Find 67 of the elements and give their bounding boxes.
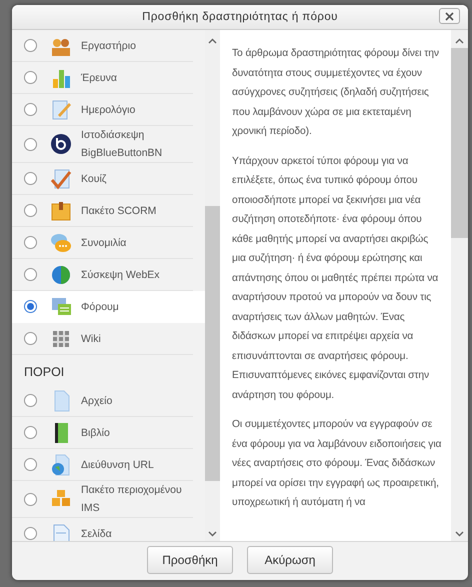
option-label: Πακέτο SCORM xyxy=(81,204,158,218)
module-option[interactable]: Εργαστήριο xyxy=(12,30,193,62)
module-option[interactable]: Κουίζ xyxy=(12,163,193,195)
section-heading: ΠΟΡΟΙ xyxy=(23,364,66,381)
module-option[interactable]: Πακέτο SCORM xyxy=(12,195,193,227)
scroll-up-icon[interactable] xyxy=(208,38,217,44)
radio-button[interactable] xyxy=(24,394,37,407)
module-option[interactable]: Έρευνα xyxy=(12,62,193,94)
option-label: Συνομιλία xyxy=(81,236,128,250)
description-paragraph: Το άρθρωμα δραστηριότητας φόρουμ δίνει την δυνατότητα στους συμμετέχοντες να έχουν ασύγχρονες συζητήσεις (δηλαδή συζητήσεις που λαμβάνουν χώρα σε μια εκτεταμένη χρονική περίοδο). xyxy=(232,47,440,139)
close-icon xyxy=(445,12,454,20)
radio-button[interactable] xyxy=(24,527,37,540)
radio-button[interactable] xyxy=(24,103,37,116)
scrollbar[interactable] xyxy=(451,30,468,541)
option-label: Πακέτο περιοχομένου IMS xyxy=(81,483,183,516)
globe-icon xyxy=(50,264,72,286)
cancel-button[interactable]: Ακύρωση xyxy=(247,546,333,574)
radio-button[interactable] xyxy=(24,268,37,281)
radio-button[interactable] xyxy=(24,426,37,439)
document-pencil-icon xyxy=(50,98,72,120)
close-button[interactable] xyxy=(439,8,460,24)
dialog-title: Προσθήκη δραστηριότητας ή πόρου xyxy=(142,11,338,23)
document-globe-icon xyxy=(50,454,72,476)
option-label: Σελίδα xyxy=(81,526,113,541)
option-label: Αρχείο xyxy=(81,394,114,408)
chat-window-icon xyxy=(50,296,72,318)
module-option[interactable]: Ιστοδιάσκεψη BigBlueButtonBN xyxy=(12,126,193,163)
module-option[interactable]: Αρχείο xyxy=(12,385,193,417)
description-paragraph: Υπάρχουν αρκετοί τύποι φόρουμ για να επιλέξετε, όπως ένα τυπικό φόρουμ όπου οποιοσδήποτε μπορεί να ξεκινήσει μια νέα συζήτηση οποτεδήποτε· ένα φόρουμ όπου κάθε μαθητής μπορεί να αναρτήσει ακριβώς μια συζήτηση· ή ένα φόρουμ ερώτησης και απάντησης όπου οι μαθητές πρέπει πρώτα να αναρτήσουν προτού να μπορούν να δουν τις αναρτήσεις των άλλων μαθητών. Ένας διδάσκων μπορεί να επιτρέψει αρχεία να επισυνάπτονται σε αναρτήσεις φόρουμ. Επισυναπτόμενες εικόνες εμφανίζονται στην ανάρτηση του φόρουμ. xyxy=(232,154,440,402)
radio-button[interactable] xyxy=(24,458,37,471)
radio-button[interactable] xyxy=(24,300,37,313)
scroll-down-icon[interactable] xyxy=(455,531,464,537)
module-option[interactable]: Ημερολόγιο xyxy=(12,94,193,126)
letter-b-icon xyxy=(50,133,72,155)
scroll-up-icon[interactable] xyxy=(455,38,464,44)
option-label: Βιβλίο xyxy=(81,426,111,440)
option-label: Ημερολόγιο xyxy=(81,102,136,118)
radio-button[interactable] xyxy=(24,71,37,84)
module-option[interactable]: Wiki xyxy=(12,323,193,355)
option-label: Εργαστήριο xyxy=(81,38,137,54)
speech-bubbles-icon xyxy=(50,232,72,254)
radio-button[interactable] xyxy=(24,39,37,52)
radio-button[interactable] xyxy=(24,492,37,506)
option-label: Διεύθυνση URL xyxy=(81,458,155,472)
description-paragraph: Οι συμμετέχοντες μπορούν να εγγραφούν σε ένα φόρουμ για να λαμβάνουν ειδοποιήσεις για νέες αναρτήσεις στο φόρουμ. Ένας διδάσκων μπορεί να ορίσει την εγγραφή ως προαιρετική, υποχρεωτική ή αυτόματη ή να xyxy=(232,418,442,510)
scroll-thumb[interactable] xyxy=(205,206,220,481)
scroll-thumb[interactable] xyxy=(451,48,468,238)
module-option[interactable]: Βιβλίο xyxy=(12,417,193,449)
module-option[interactable]: Πακέτο περιοχομένου IMS xyxy=(12,481,193,518)
checkmark-icon xyxy=(50,168,72,190)
module-option[interactable]: Συνομιλία xyxy=(12,227,193,259)
option-label: Ιστοδιάσκεψη BigBlueButtonBN xyxy=(81,128,164,161)
radio-button[interactable] xyxy=(24,172,37,185)
box-icon xyxy=(50,200,72,222)
module-option[interactable]: Φόρουμ xyxy=(12,291,205,323)
add-button[interactable]: Προσθήκη xyxy=(147,546,233,574)
module-option[interactable]: Διεύθυνση URL xyxy=(12,449,193,481)
radio-button[interactable] xyxy=(24,138,37,150)
radio-button[interactable] xyxy=(24,236,37,249)
option-label: Φόρουμ xyxy=(81,300,120,314)
option-label: Wiki xyxy=(81,332,102,346)
option-label: Σύσκεψη WebEx xyxy=(81,268,161,282)
option-label: Κουίζ xyxy=(81,172,108,186)
scroll-down-icon[interactable] xyxy=(208,531,217,537)
option-label: Έρευνα xyxy=(81,70,118,86)
radio-button[interactable] xyxy=(24,204,37,217)
radio-button[interactable] xyxy=(24,332,37,345)
